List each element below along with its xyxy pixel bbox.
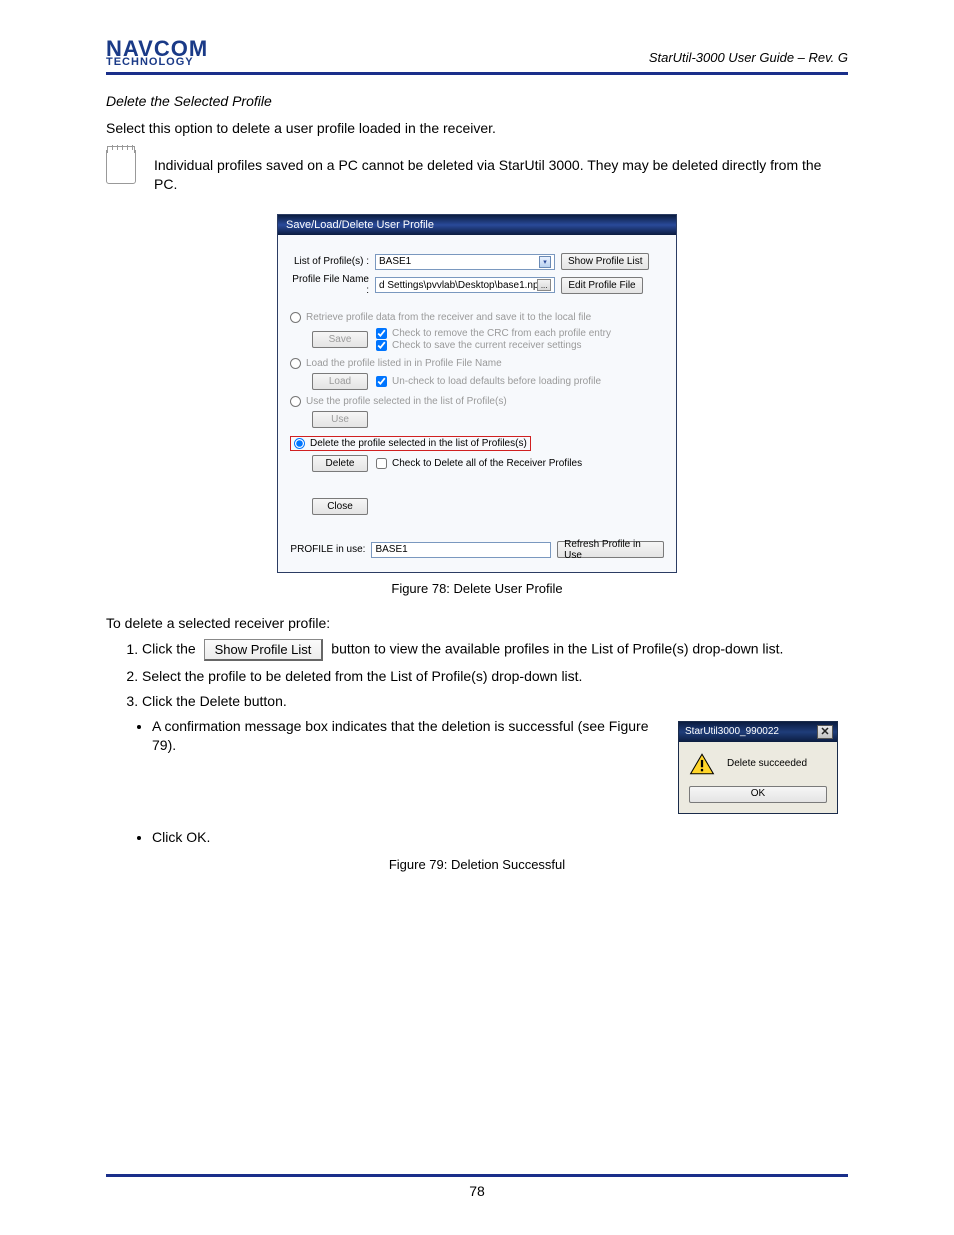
confirmation-message: Delete succeeded [727,758,807,769]
checkbox-delete-all[interactable] [376,458,387,469]
profile-file-input[interactable]: d Settings\pvvlab\Desktop\base1.npt ... [375,277,555,293]
list-profiles-label: List of Profile(s) : [290,256,375,267]
checkbox-save-current-label: Check to save the current receiver setti… [392,340,582,351]
profile-file-value: d Settings\pvvlab\Desktop\base1.npt [379,280,537,291]
page-number: 78 [469,1183,485,1199]
logo-line2: TECHNOLOGY [106,58,208,67]
option-load-label: Load the profile listed in in Profile Fi… [306,358,502,369]
step-1-text-b: button to view the available profiles in… [331,641,783,657]
steps-heading: To delete a selected receiver profile: [106,614,848,633]
close-icon[interactable]: ✕ [817,725,833,739]
save-button[interactable]: Save [312,331,368,348]
step-3: Click the Delete button. [142,692,848,711]
profile-in-use-input: BASE1 [371,542,551,558]
option-retrieve-label: Retrieve profile data from the receiver … [306,312,591,323]
radio-load[interactable] [290,358,301,369]
radio-retrieve[interactable] [290,312,301,323]
confirmation-dialog-title: StarUtil3000_990022 [685,726,779,737]
step-2: Select the profile to be deleted from th… [142,667,848,686]
radio-use[interactable] [290,396,301,407]
page-footer: 78 [106,1174,848,1199]
load-button[interactable]: Load [312,373,368,390]
edit-profile-file-button[interactable]: Edit Profile File [561,277,643,294]
logo: NAVCOM TECHNOLOGY [106,40,208,66]
note-block: Individual profiles saved on a PC cannot… [106,150,848,200]
ok-button[interactable]: OK [689,786,827,803]
close-button[interactable]: Close [312,498,368,515]
option-delete-highlight: Delete the profile selected in the list … [290,436,531,451]
profile-in-use-value: BASE1 [375,544,407,555]
profile-in-use-label: PROFILE in use: [290,544,371,555]
document-title-line1: StarUtil-3000 User Guide – Rev. G [649,50,848,67]
bullet-1: A confirmation message box indicates tha… [152,717,848,818]
bullet-1-text: A confirmation message box indicates tha… [152,717,650,755]
option-delete-label: Delete the profile selected in the list … [310,438,527,449]
browse-button[interactable]: ... [537,279,551,291]
note-text: Individual profiles saved on a PC cannot… [154,156,848,194]
option-use-label: Use the profile selected in the list of … [306,396,507,407]
notepad-icon [106,150,136,184]
checkbox-uncheck-defaults[interactable] [376,376,387,387]
option-load[interactable]: Load the profile listed in in Profile Fi… [290,358,664,369]
section-heading: Delete the Selected Profile [106,93,848,109]
checkbox-delete-all-label: Check to Delete all of the Receiver Prof… [392,458,582,469]
logo-line1: NAVCOM [106,40,208,58]
dialog-titlebar: Save/Load/Delete User Profile [278,215,676,235]
profile-list-value: BASE1 [379,256,411,267]
profile-list-combo[interactable]: BASE1 ▾ [375,254,555,270]
inline-show-profile-list-button[interactable]: Show Profile List [204,639,324,661]
confirmation-dialog: StarUtil3000_990022 ✕ [678,721,838,814]
checkbox-remove-crc[interactable] [376,328,387,339]
profile-file-label: Profile File Name : [290,274,375,296]
confirmation-dialog-titlebar: StarUtil3000_990022 ✕ [679,722,837,742]
document-title: StarUtil-3000 User Guide – Rev. G [649,50,848,67]
checkbox-uncheck-defaults-label: Un-check to load defaults before loading… [392,376,601,387]
page-header: NAVCOM TECHNOLOGY StarUtil-3000 User Gui… [106,40,848,75]
option-use[interactable]: Use the profile selected in the list of … [290,396,664,407]
figure-78-caption: Figure 78: Delete User Profile [106,581,848,596]
step-1-text-a: Click the [142,641,200,657]
section-intro: Select this option to delete a user prof… [106,119,848,138]
bullet-2: Click OK. [152,828,848,847]
refresh-profile-button[interactable]: Refresh Profile in Use [557,541,664,558]
delete-button[interactable]: Delete [312,455,368,472]
show-profile-list-button[interactable]: Show Profile List [561,253,649,270]
radio-delete[interactable] [294,438,305,449]
option-retrieve[interactable]: Retrieve profile data from the receiver … [290,312,664,323]
checkbox-save-current[interactable] [376,340,387,351]
warning-icon [689,752,715,776]
profile-dialog: Save/Load/Delete User Profile List of Pr… [277,214,677,573]
use-button[interactable]: Use [312,411,368,428]
checkbox-remove-crc-label: Check to remove the CRC from each profil… [392,328,611,339]
chevron-down-icon[interactable]: ▾ [539,256,551,268]
figure-79-caption: Figure 79: Deletion Successful [106,857,848,872]
step-1: Click the Show Profile List button to vi… [142,639,848,661]
